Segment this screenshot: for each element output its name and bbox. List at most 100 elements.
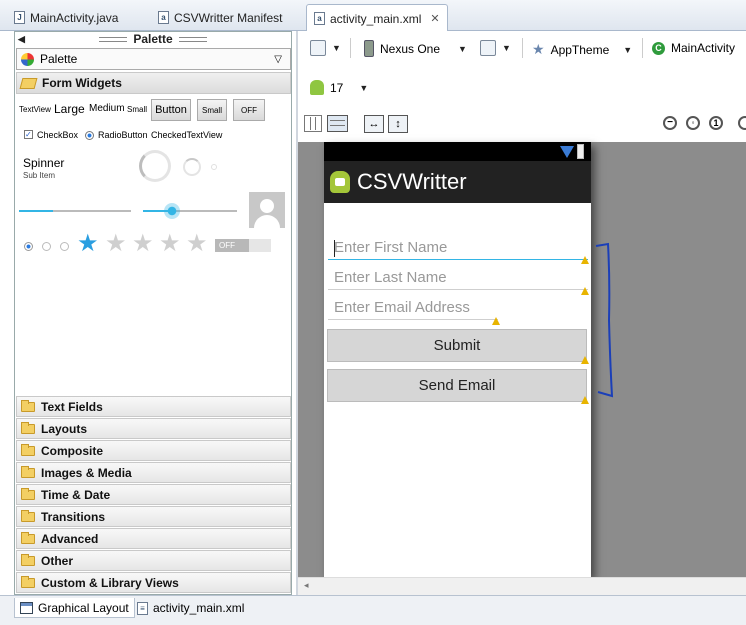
category-transitions[interactable]: Transitions: [16, 506, 291, 527]
action-bar: CSVWritter: [324, 161, 591, 203]
folder-icon: [21, 399, 35, 412]
activity-class-icon: C: [652, 41, 665, 55]
zoom-fit-icon[interactable]: ◦: [686, 116, 700, 130]
widget-checkbox[interactable]: CheckBox: [37, 130, 78, 140]
toggle-horizontal-layout-icon[interactable]: [327, 115, 348, 132]
tab-activity-main-xml[interactable]: a activity_main.xml ✕: [306, 4, 448, 32]
progress-large-icon[interactable]: [139, 150, 171, 182]
tab-xml-source[interactable]: ≡ activity_main.xml: [132, 598, 249, 618]
category-form-widgets[interactable]: Form Widgets: [16, 72, 291, 94]
widget-large-text[interactable]: Large: [54, 102, 85, 116]
progress-medium-icon[interactable]: [183, 158, 201, 176]
send-email-button[interactable]: Send Email: [327, 369, 587, 402]
radio-group-icon-2[interactable]: [42, 242, 51, 251]
category-advanced[interactable]: Advanced: [16, 528, 291, 549]
tab-manifest[interactable]: a CSVWritter Manifest: [150, 4, 290, 30]
category-layouts[interactable]: Layouts: [16, 418, 291, 439]
category-custom-library-views[interactable]: Custom & Library Views: [16, 572, 291, 593]
layout-config-icon: [310, 40, 326, 56]
chevron-down-icon: ▼: [623, 44, 633, 55]
widget-medium-text[interactable]: Medium: [89, 103, 125, 114]
category-label: Custom & Library Views: [41, 575, 179, 590]
horizontal-progress-track[interactable]: [19, 210, 131, 212]
widget-textview[interactable]: TextView: [19, 105, 51, 114]
radio-group-icon-1[interactable]: [24, 242, 33, 251]
device-selector[interactable]: Nexus One ▼: [364, 40, 467, 57]
star-empty-icon[interactable]: ★: [186, 231, 208, 257]
zoom-actual-icon[interactable]: 1: [709, 116, 723, 130]
grip-icon: [178, 36, 207, 42]
star-empty-icon[interactable]: ★: [105, 231, 127, 257]
widget-switch[interactable]: OFF: [215, 239, 271, 252]
tab-label: MainActivity.java: [30, 10, 119, 25]
chevron-down-icon: ▼: [359, 82, 369, 93]
star-empty-icon[interactable]: ★: [132, 231, 154, 257]
widget-small-button[interactable]: Small: [197, 99, 227, 121]
widget-small-text[interactable]: Small: [127, 105, 147, 114]
email-field[interactable]: Enter Email Address: [328, 296, 498, 320]
chevron-down-icon: ▼: [458, 43, 467, 54]
tab-graphical-layout[interactable]: Graphical Layout: [14, 598, 135, 618]
warning-icon[interactable]: [581, 287, 589, 295]
config-chooser[interactable]: ▼: [310, 40, 341, 56]
expand-width-icon[interactable]: ↔: [364, 115, 384, 133]
seekbar-thumb[interactable]: [164, 203, 180, 219]
category-label: Images & Media: [41, 465, 132, 480]
widget-quickcontactbadge[interactable]: [249, 192, 285, 228]
warning-icon[interactable]: [581, 256, 589, 264]
rotate-icon: [480, 40, 496, 56]
submit-button[interactable]: Submit: [327, 329, 587, 362]
bottom-tab-bar: Graphical Layout ≡ activity_main.xml: [0, 595, 746, 625]
palette-panel: ◀ Palette Palette ▽ Form Widgets TextVie…: [14, 31, 292, 595]
app-title: CSVWritter: [357, 169, 467, 194]
activity-selector[interactable]: C MainActivity: [652, 41, 735, 55]
zoom-out-icon[interactable]: −: [663, 116, 677, 130]
editor-tab-bar: J MainActivity.java a CSVWritter Manifes…: [0, 0, 746, 32]
checkbox-icon: ✓: [24, 130, 33, 139]
palette-selector-label: Palette: [40, 52, 78, 66]
warning-icon[interactable]: [581, 396, 589, 404]
widget-radiobutton[interactable]: RadioButton: [98, 130, 148, 140]
warning-icon[interactable]: [492, 317, 500, 325]
expand-height-icon[interactable]: ↕: [388, 115, 408, 133]
horizontal-scrollbar[interactable]: ◂: [298, 577, 746, 595]
theme-selector[interactable]: ★ AppTheme ▼: [532, 41, 632, 58]
horizontal-progress-fill: [19, 210, 53, 212]
category-text-fields[interactable]: Text Fields: [16, 396, 291, 417]
api-level-selector[interactable]: 17 ▼: [310, 80, 368, 95]
star-empty-icon[interactable]: ★: [159, 231, 181, 257]
widget-toggle-button[interactable]: OFF: [233, 99, 265, 121]
category-composite[interactable]: Composite: [16, 440, 291, 461]
scroll-left-icon[interactable]: ◂: [304, 580, 309, 591]
progress-small-icon[interactable]: [211, 164, 217, 170]
widget-checkedtextview[interactable]: CheckedTextView: [151, 130, 222, 140]
category-label: Other: [41, 553, 74, 568]
category-images-media[interactable]: Images & Media: [16, 462, 291, 483]
avatar-body-icon: [254, 215, 280, 228]
tab-label: Graphical Layout: [38, 600, 129, 615]
category-other[interactable]: Other: [16, 550, 291, 571]
star-filled-icon[interactable]: ★: [77, 231, 99, 257]
chevron-down-icon: ▼: [502, 43, 511, 53]
widget-spinner[interactable]: Spinner: [23, 156, 64, 170]
folder-icon: [21, 443, 35, 456]
palette-selector[interactable]: Palette ▽: [16, 48, 291, 70]
category-label: Time & Date: [41, 487, 111, 502]
orientation-selector[interactable]: ▼: [480, 40, 511, 56]
zoom-in-icon[interactable]: [738, 116, 746, 130]
last-name-field[interactable]: Enter Last Name: [328, 266, 588, 290]
first-name-field[interactable]: Enter First Name: [328, 236, 588, 260]
toggle-vertical-layout-icon[interactable]: [304, 115, 322, 132]
palette-title: Palette: [133, 32, 173, 46]
collapse-left-icon[interactable]: ◀: [18, 34, 25, 45]
radio-group-icon-3[interactable]: [60, 242, 69, 251]
category-time-date[interactable]: Time & Date: [16, 484, 291, 505]
star-icon: ★: [532, 41, 545, 57]
category-label: Layouts: [41, 421, 88, 436]
warning-icon[interactable]: [581, 356, 589, 364]
seekbar-track[interactable]: [143, 210, 237, 212]
avatar-head-icon: [260, 199, 274, 213]
tab-mainactivity-java[interactable]: J MainActivity.java: [6, 4, 126, 30]
widget-button[interactable]: Button: [151, 99, 191, 121]
close-icon[interactable]: ✕: [430, 12, 439, 25]
